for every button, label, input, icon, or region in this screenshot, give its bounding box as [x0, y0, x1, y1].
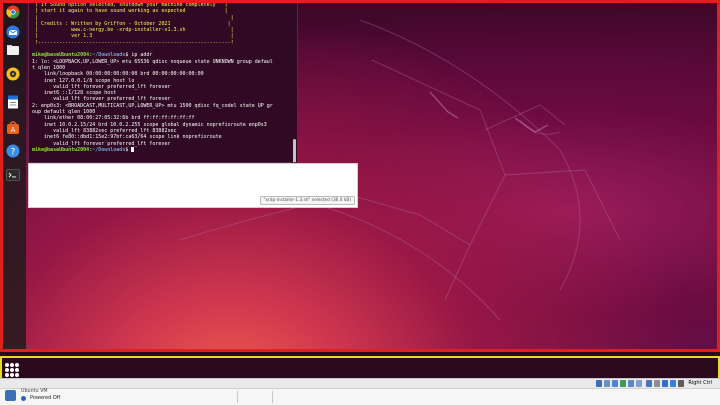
prompt-path: ~/Downloads [92, 52, 126, 59]
host-key-label: Right Ctrl [688, 380, 712, 386]
terminal-line: inet 10.0.2.15/24 brd 10.0.2.255 scope g… [32, 121, 267, 128]
virtualbox-vm-list: Ubuntu VM Powered Off [0, 388, 720, 405]
mouse-integration-icon[interactable] [670, 380, 676, 387]
files-icon[interactable] [3, 40, 23, 60]
vm-list-item[interactable]: Ubuntu VM Powered Off [5, 389, 268, 405]
usb-icon[interactable] [628, 380, 634, 387]
shared-folders-icon[interactable] [636, 380, 642, 387]
display-icon[interactable] [646, 380, 652, 387]
svg-text:?: ? [11, 148, 16, 158]
recording-icon[interactable] [654, 380, 660, 387]
terminal-output: | If Sound option selected, shutdown you… [32, 2, 273, 153]
divider [237, 391, 238, 403]
prompt-user: mike@baseUbuntu2004: [32, 52, 93, 59]
network-icon[interactable] [620, 380, 626, 387]
selection-status: "xrdp-installer-1.3.sh" selected (36.4 k… [259, 196, 355, 205]
svg-text:A: A [11, 126, 16, 134]
terminal-scrollbar[interactable] [293, 139, 296, 162]
vm-os-icon [5, 390, 16, 401]
terminal-line: 1: lo: <LOOPBACK,UP,LOWER_UP> mtu 65536 … [32, 58, 273, 65]
show-applications-icon[interactable] [5, 363, 19, 377]
vm-state: Powered Off [30, 395, 61, 401]
software-icon[interactable]: A [3, 118, 23, 138]
files-window: "xrdp-installer-1.3.sh" selected (36.4 k… [28, 163, 358, 208]
divider [272, 391, 273, 403]
terminal-prompt-line: mike@baseUbuntu2004:~/Downloads$ [32, 146, 273, 153]
thunderbird-icon[interactable] [3, 22, 23, 42]
text-cursor [131, 146, 135, 152]
prompt-path: ~/Downloads [92, 146, 126, 153]
terminal-icon[interactable] [3, 165, 23, 185]
optical-drive-icon[interactable] [604, 380, 610, 387]
terminal-window[interactable]: | If Sound option selected, shutdown you… [28, 0, 298, 163]
cpu-icon[interactable] [662, 380, 668, 387]
audio-icon[interactable] [612, 380, 618, 387]
prompt-command: $ ip addr [125, 52, 153, 59]
hard-disk-icon[interactable] [596, 380, 602, 387]
ubuntu-dock: A ? [0, 0, 26, 352]
rhythmbox-icon[interactable] [3, 64, 23, 84]
power-off-icon [21, 396, 26, 401]
prompt-user: mike@baseUbuntu2004: [32, 146, 93, 153]
help-icon[interactable]: ? [3, 141, 23, 161]
guest-desktop: A ? "xrdp-installer-1.3.sh" selected (36… [0, 0, 720, 352]
chrome-icon[interactable] [3, 2, 23, 22]
keyboard-icon[interactable] [678, 380, 684, 387]
writer-icon[interactable] [3, 92, 23, 112]
